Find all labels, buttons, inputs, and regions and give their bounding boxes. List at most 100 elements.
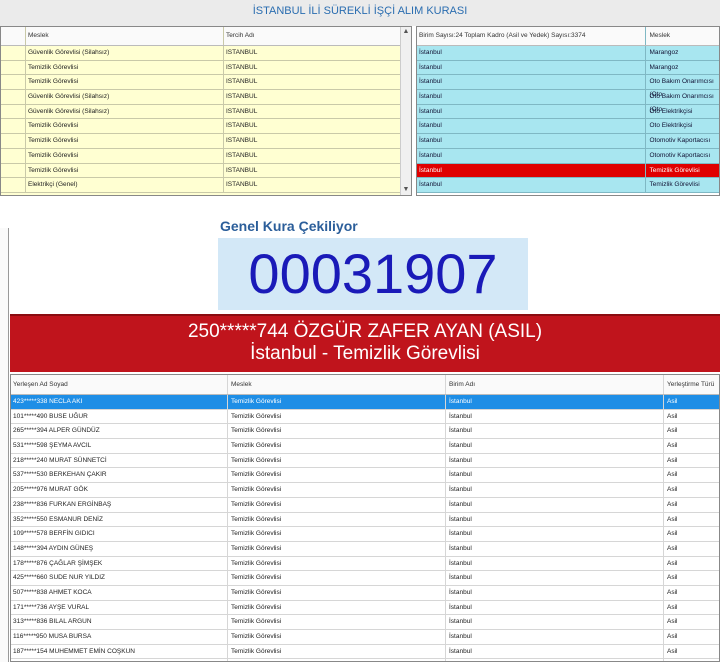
row-indicator-cell: [1, 75, 26, 90]
meslek-cell: Temizlik Görevlisi: [228, 600, 446, 615]
window-title: İSTANBUL İLİ SÜREKLİ İŞÇİ ALIM KURASI: [0, 0, 720, 26]
birim-cell: İstanbul: [417, 178, 647, 192]
tercih-cell: ISTANBUL: [226, 181, 258, 189]
name-cell: 352*****550 ESMANUR DENİZ: [11, 512, 228, 527]
meslek-cell: Oto Bakım Onarımcısı (Oto: [649, 78, 714, 99]
left-scrollbar[interactable]: [0, 228, 9, 662]
table-row[interactable]: Temizlik Görevlisi ISTANBUL: [1, 134, 411, 149]
table-row[interactable]: 531*****598 ŞEYMA AVCIL Temizlik Görevlis…: [11, 439, 719, 454]
preference-grid-header: Meslek Tercih Adı: [1, 27, 411, 46]
table-row[interactable]: İstanbul Oto Bakım Onarımcısı (Oto: [417, 90, 719, 113]
table-row[interactable]: İstanbul Temizlik Görevlisi: [417, 163, 719, 179]
table-row[interactable]: 109*****578 BERFİN GIDICI Temizlik Görevl…: [11, 527, 719, 542]
table-row[interactable]: İstanbul Temizlik Görevlisi: [417, 178, 719, 193]
unit-grid[interactable]: Birim Sayısı:24 Toplam Kadro (Asil ve Ye…: [416, 26, 720, 196]
type-cell: Asil: [667, 603, 678, 611]
table-row[interactable]: 178*****876 ÇAĞLAR ŞİMŞEK Temizlik Görevl…: [11, 556, 719, 572]
table-row[interactable]: 116*****950 MUSA BURSA Temizlik Görevlisi…: [11, 630, 719, 645]
meslek-cell: Temizlik Görevlisi: [228, 541, 446, 556]
tercih-cell: ISTANBUL: [226, 122, 258, 130]
birim-cell: İstanbul: [446, 483, 664, 497]
table-row[interactable]: 423*****338 NECLA AKI Temizlik Görevlisi İ…: [11, 395, 719, 410]
preference-grid[interactable]: Meslek Tercih Adı Güvenlik Görevlisi (Si…: [0, 26, 412, 196]
birim-cell: İstanbul: [417, 134, 647, 148]
table-row[interactable]: İstanbul Marangoz: [417, 46, 719, 61]
table-row[interactable]: İstanbul Otomotiv Kaportacısı: [417, 148, 719, 164]
table-row[interactable]: Temizlik Görevlisi ISTANBUL: [1, 119, 411, 135]
meslek-cell: Temizlik Görevlisi: [228, 453, 446, 468]
row-indicator-cell: [1, 134, 26, 148]
table-row[interactable]: Güvenlik Görevlisi (Silahsız) ISTANBUL: [1, 46, 411, 61]
table-row[interactable]: 265*****394 ALPER GÜNDÜZ Temizlik Görevli…: [11, 424, 719, 440]
meslek-cell: Temizlik Görevlisi: [649, 166, 700, 174]
birim-cell: İstanbul: [446, 541, 664, 556]
birim-cell: İstanbul: [446, 497, 664, 512]
birim-cell: İstanbul: [446, 468, 664, 483]
meslek-cell: Güvenlik Görevlisi (Silahsız): [26, 46, 224, 60]
type-cell: Asil: [667, 500, 678, 508]
table-row[interactable]: 537*****530 BERKEHAN ÇAKIR Temizlik Görev…: [11, 468, 719, 484]
table-row[interactable]: 171*****736 AYŞE VURAL Temizlik Görevlisi…: [11, 600, 719, 616]
table-row[interactable]: Temizlik Görevlisi ISTANBUL: [1, 148, 411, 164]
table-row[interactable]: 425*****660 SUDE NUR YILDIZ Temizlik Göre…: [11, 571, 719, 586]
table-row[interactable]: İstanbul Marangoz: [417, 60, 719, 76]
table-row[interactable]: İstanbul Oto Elektrikçisi: [417, 119, 719, 135]
table-row[interactable]: 313*****836 BILAL ARGUN Temizlik Görevlis…: [11, 615, 719, 630]
type-cell: Asil: [667, 427, 678, 435]
name-cell: 423*****338 NECLA AKI: [11, 395, 228, 409]
winner-banner: 250*****744 ÖZGÜR ZAFER AYAN (ASIL) İsta…: [10, 314, 720, 372]
header-ad-soyad[interactable]: Yerleşen Ad Soyad: [11, 375, 228, 394]
tercih-cell: ISTANBUL: [226, 63, 258, 71]
name-cell: 178*****876 ÇAĞLAR ŞİMŞEK: [11, 556, 228, 571]
meslek-cell: Oto Elektrikçisi: [649, 107, 693, 115]
meslek-cell: Temizlik Görevlisi: [228, 585, 446, 600]
name-cell: 148*****394 AYDIN GÜNEŞ: [11, 541, 228, 556]
table-row[interactable]: Temizlik Görevlisi ISTANBUL: [1, 60, 411, 76]
header-birim-sayisi[interactable]: Birim Sayısı:24 Toplam Kadro (Asil ve Ye…: [417, 27, 647, 45]
table-row[interactable]: 205*****976 MURAT GÖK Temizlik Görevlisi İ…: [11, 483, 719, 498]
row-indicator-cell: [1, 178, 26, 192]
header-yerlestirme-turu[interactable]: Yerleştirme Türü: [664, 375, 717, 394]
table-row[interactable]: 218*****240 MURAT SÜNNETCİ Temizlik Görev…: [11, 453, 719, 469]
name-cell: 238*****836 FURKAN ERGİNBAŞ: [11, 497, 228, 512]
table-row[interactable]: İstanbul Otomotiv Kaportacısı: [417, 134, 719, 149]
table-row[interactable]: Güvenlik Görevlisi (Silahsız) ISTANBUL: [1, 104, 411, 120]
header-meslek[interactable]: Meslek: [26, 27, 224, 45]
type-cell: Asil: [667, 486, 678, 494]
table-row[interactable]: Temizlik Görevlisi ISTANBUL: [1, 75, 411, 91]
table-row[interactable]: İstanbul Oto Elektrikçisi: [417, 104, 719, 120]
vertical-scrollbar[interactable]: ▲ ▼: [400, 27, 411, 195]
table-row[interactable]: Elektrikçi (Genel) ISTANBUL: [1, 178, 411, 193]
type-cell: Asil: [667, 398, 678, 405]
table-row[interactable]: 148*****394 AYDIN GÜNEŞ Temizlik Görevlis…: [11, 541, 719, 557]
meslek-cell: Temizlik Görevlisi: [26, 163, 224, 178]
chevron-up-icon[interactable]: ▲: [401, 27, 411, 37]
header-tercih-adi[interactable]: Tercih Adı: [224, 27, 396, 45]
tercih-cell: ISTANBUL: [226, 107, 258, 115]
header-birim-adi[interactable]: Birim Adı: [446, 375, 664, 394]
table-row[interactable]: 101*****490 BUSE UĞUR Temizlik Görevlisi İ…: [11, 409, 719, 425]
table-row[interactable]: 187*****154 MUHEMMET EMİN COŞKUN Temizlik…: [11, 644, 719, 660]
meslek-cell: Elektrikçi (Genel): [26, 178, 224, 192]
table-row[interactable]: Temizlik Görevlisi ISTANBUL: [1, 163, 411, 179]
meslek-cell: Temizlik Görevlisi: [228, 571, 446, 585]
table-row[interactable]: 238*****836 FURKAN ERGİNBAŞ Temizlik Göre…: [11, 497, 719, 513]
name-cell: 507*****838 AHMET KOCA: [11, 585, 228, 600]
table-row[interactable]: 352*****550 ESMANUR DENİZ Temizlik Görevl…: [11, 512, 719, 528]
type-cell: Asil: [667, 471, 678, 479]
meslek-cell: Temizlik Görevlisi: [228, 439, 446, 453]
name-cell: 425*****660 SUDE NUR YILDIZ: [11, 571, 228, 585]
table-row[interactable]: İstanbul Oto Bakım Onarımcısı (Oto: [417, 75, 719, 99]
placement-table[interactable]: Yerleşen Ad Soyad Meslek Birim Adı Yerle…: [10, 374, 720, 662]
header-meslek[interactable]: Meslek: [228, 375, 446, 394]
tercih-cell: ISTANBUL: [226, 151, 258, 159]
birim-cell: İstanbul: [417, 46, 647, 60]
birim-cell: İstanbul: [446, 615, 664, 629]
table-row[interactable]: Güvenlik Görevlisi (Silahsız) ISTANBUL: [1, 90, 411, 105]
meslek-cell: Otomotiv Kaportacısı: [649, 137, 711, 145]
chevron-down-icon[interactable]: ▼: [401, 185, 411, 195]
table-row[interactable]: 507*****838 AHMET KOCA Temizlik Görevlisi…: [11, 585, 719, 601]
birim-cell: İstanbul: [446, 512, 664, 527]
header-meslek[interactable]: Meslek: [646, 27, 719, 45]
type-cell: Asil: [667, 574, 678, 582]
